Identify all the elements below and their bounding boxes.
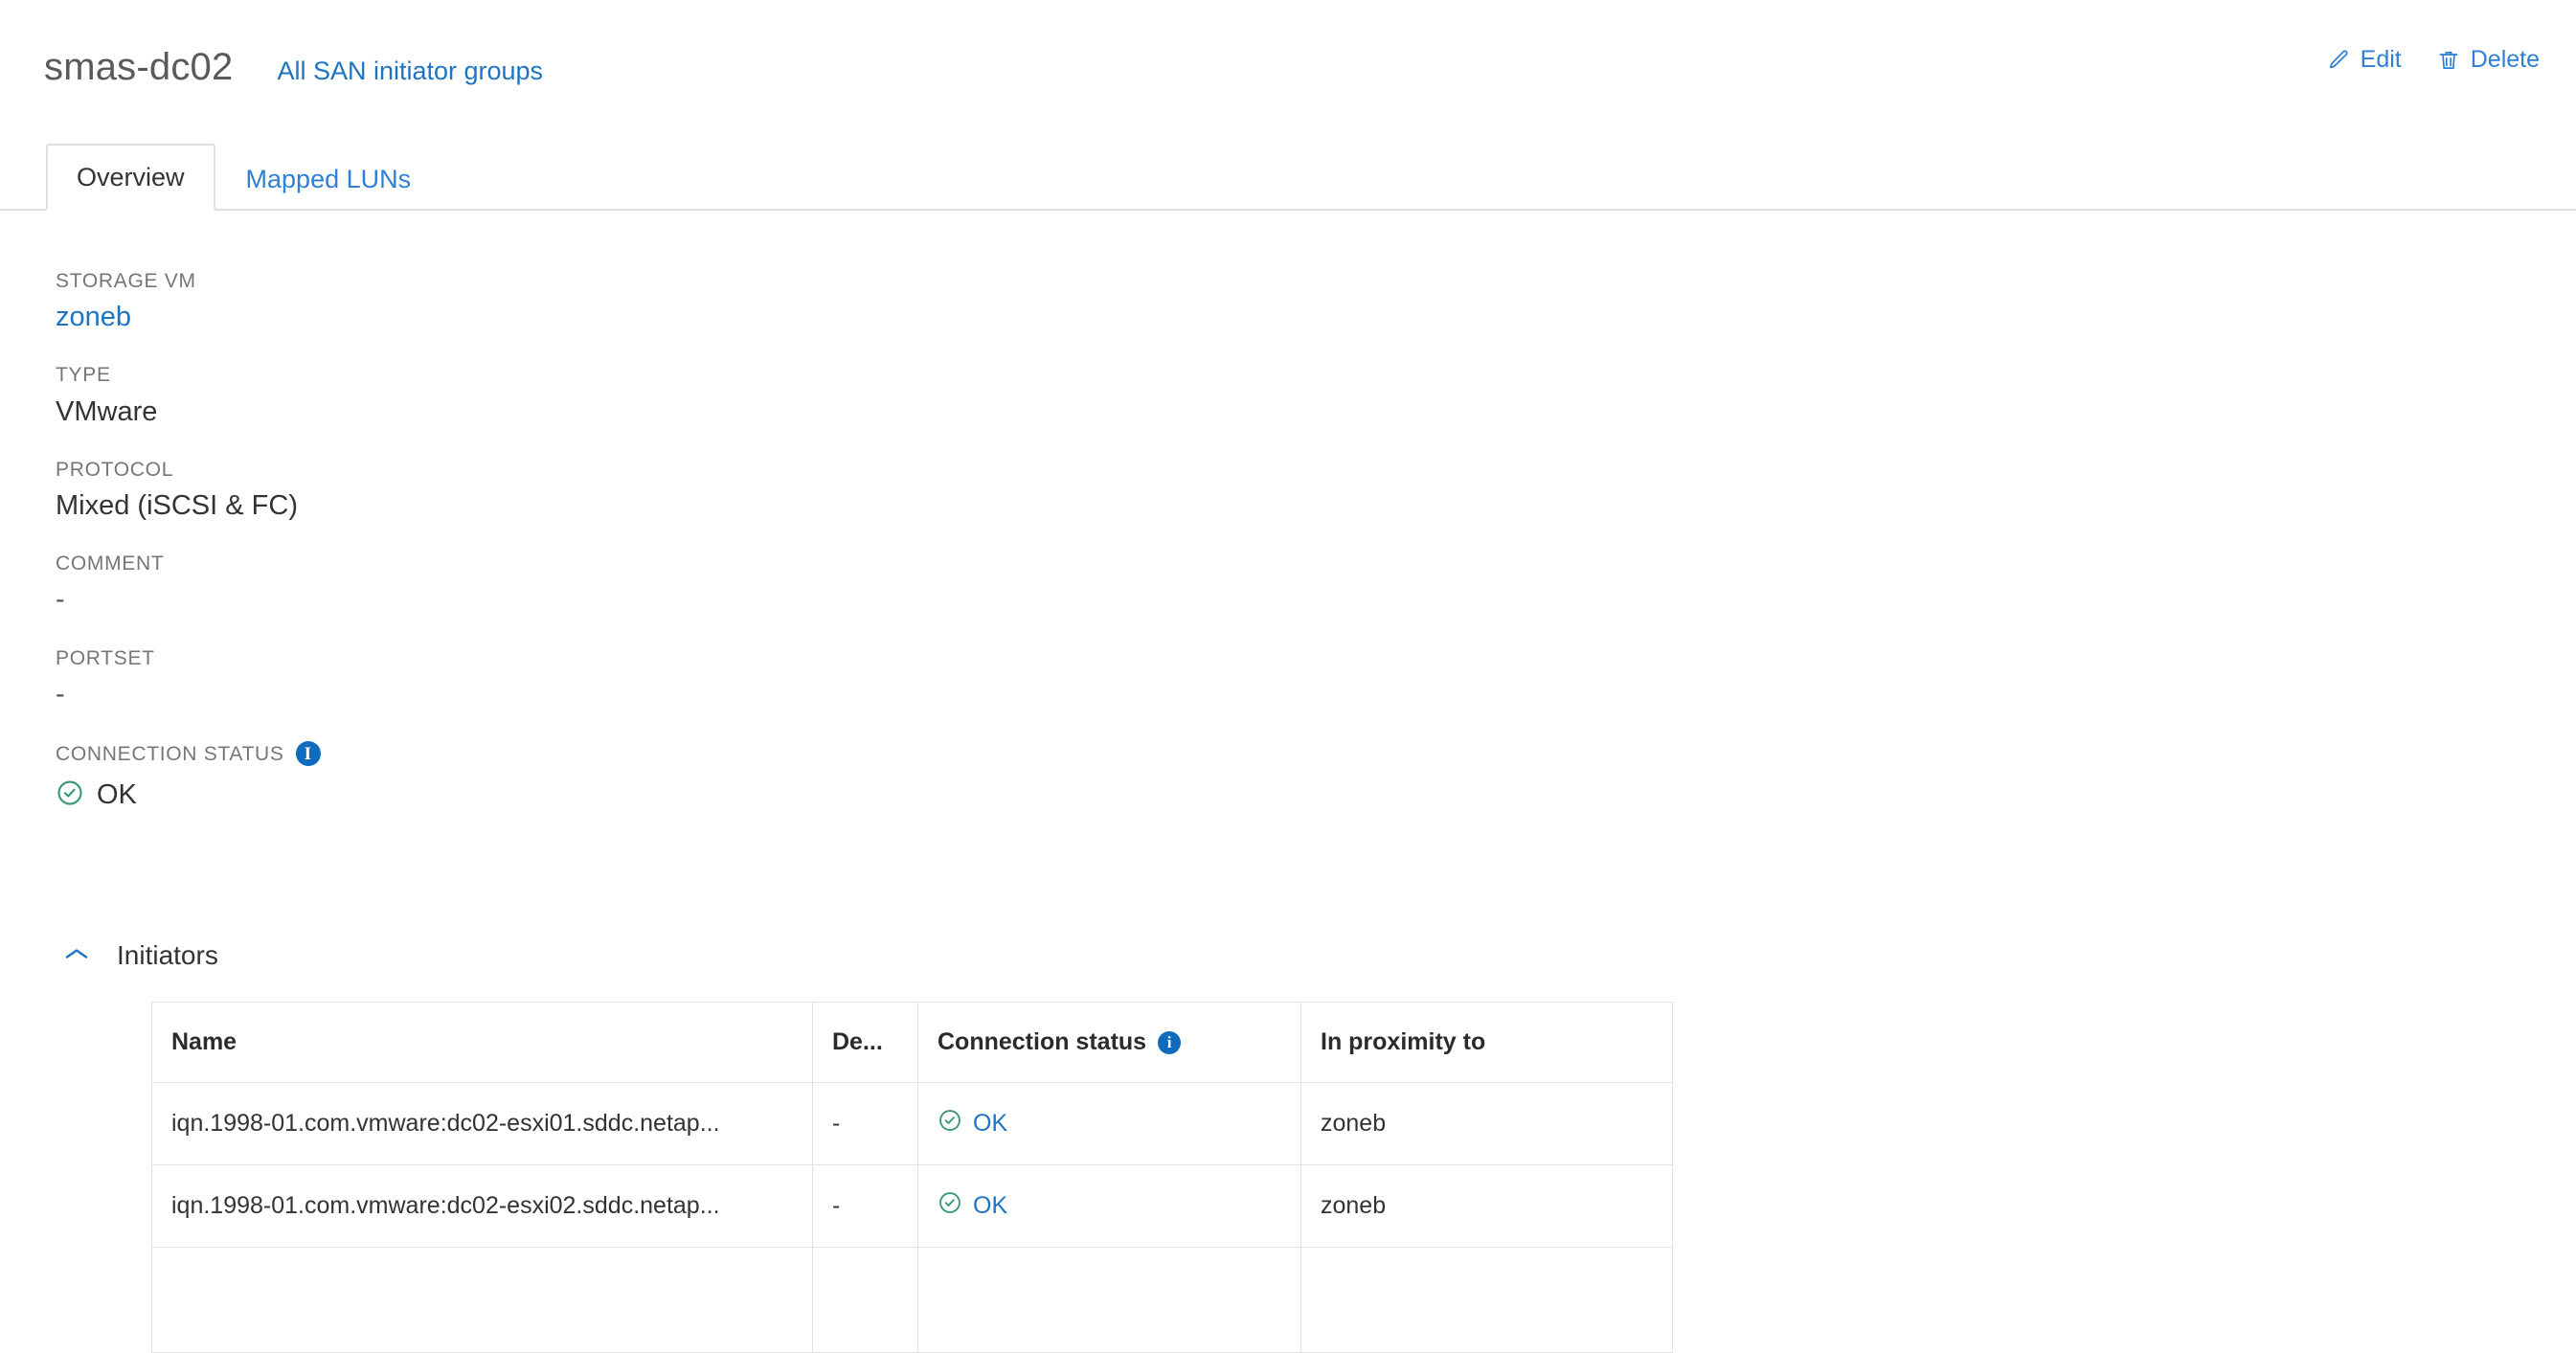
cell-description: - bbox=[813, 1083, 918, 1165]
initiators-table: Name De... Connection status i I bbox=[151, 1002, 1673, 1353]
field-portset: PORTSET - bbox=[56, 647, 321, 710]
field-protocol-label: PROTOCOL bbox=[56, 459, 321, 481]
connection-status-value: OK bbox=[56, 778, 321, 812]
cell-connection-status-text[interactable]: OK bbox=[973, 1110, 1007, 1138]
field-type-value: VMware bbox=[56, 396, 321, 428]
column-header-connection-status[interactable]: Connection status i bbox=[918, 1003, 1301, 1083]
connection-status-text: OK bbox=[97, 779, 137, 811]
cell-in-proximity-to: zoneb bbox=[1301, 1083, 1673, 1165]
column-header-connection-status-label: Connection status bbox=[938, 1028, 1146, 1056]
initiators-section-header[interactable]: Initiators bbox=[63, 940, 218, 971]
field-storage-vm-label: STORAGE VM bbox=[56, 270, 321, 292]
field-type-label: TYPE bbox=[56, 364, 321, 386]
table-head: Name De... Connection status i I bbox=[152, 1003, 1673, 1083]
check-circle-icon bbox=[938, 1108, 962, 1139]
edit-label: Edit bbox=[2361, 46, 2402, 74]
cell-connection-status: OK bbox=[918, 1083, 1301, 1165]
field-protocol-value: Mixed (iSCSI & FC) bbox=[56, 490, 321, 522]
header-actions: Edit Delete bbox=[2326, 46, 2540, 74]
check-circle-icon bbox=[938, 1190, 962, 1222]
column-header-description-label: De... bbox=[832, 1028, 883, 1056]
page-title: smas-dc02 bbox=[44, 46, 233, 89]
field-connection-status-label-text: CONNECTION STATUS bbox=[56, 743, 284, 765]
tab-overview-label: Overview bbox=[77, 163, 185, 192]
initiators-table-wrap: Name De... Connection status i I bbox=[151, 1002, 1672, 1353]
field-comment-value: - bbox=[56, 584, 321, 616]
cell-connection-status: OK bbox=[918, 1165, 1301, 1248]
cell-description bbox=[813, 1248, 918, 1353]
cell-in-proximity-to bbox=[1301, 1248, 1673, 1353]
column-header-in-proximity-to[interactable]: In proximity to bbox=[1301, 1003, 1673, 1083]
tab-mapped-luns[interactable]: Mapped LUNs bbox=[215, 146, 442, 211]
table-row[interactable]: iqn.1998-01.com.vmware:dc02-esxi02.sddc.… bbox=[152, 1165, 1673, 1248]
table-body: iqn.1998-01.com.vmware:dc02-esxi01.sddc.… bbox=[152, 1083, 1673, 1353]
tab-overview[interactable]: Overview bbox=[46, 144, 215, 211]
field-comment-label: COMMENT bbox=[56, 552, 321, 575]
page-header: smas-dc02 All SAN initiator groups Edit … bbox=[0, 0, 2576, 134]
field-comment: COMMENT - bbox=[56, 552, 321, 616]
cell-name: iqn.1998-01.com.vmware:dc02-esxi01.sddc.… bbox=[152, 1083, 813, 1165]
detail-fields: STORAGE VM zoneb TYPE VMware PROTOCOL Mi… bbox=[56, 270, 321, 843]
pencil-icon bbox=[2326, 48, 2351, 73]
chevron-up-icon[interactable] bbox=[63, 945, 90, 967]
tab-mapped-luns-label: Mapped LUNs bbox=[246, 165, 412, 193]
field-storage-vm: STORAGE VM zoneb bbox=[56, 270, 321, 333]
field-portset-value: - bbox=[56, 679, 321, 710]
field-storage-vm-value[interactable]: zoneb bbox=[56, 302, 321, 333]
field-protocol: PROTOCOL Mixed (iSCSI & FC) bbox=[56, 459, 321, 522]
edit-button[interactable]: Edit bbox=[2326, 46, 2402, 74]
field-connection-status: CONNECTION STATUS i OK bbox=[56, 741, 321, 812]
cell-in-proximity-to: zoneb bbox=[1301, 1165, 1673, 1248]
info-icon[interactable]: i bbox=[1158, 1031, 1181, 1054]
cell-name bbox=[152, 1248, 813, 1353]
cell-description: - bbox=[813, 1165, 918, 1248]
info-icon[interactable]: i bbox=[296, 741, 321, 766]
column-header-name-label: Name bbox=[171, 1028, 237, 1056]
breadcrumb-all-san-initiator-groups[interactable]: All SAN initiator groups bbox=[277, 56, 543, 86]
initiators-section-title: Initiators bbox=[117, 940, 218, 971]
column-header-name[interactable]: Name bbox=[152, 1003, 813, 1083]
table-row[interactable] bbox=[152, 1248, 1673, 1353]
table-row[interactable]: iqn.1998-01.com.vmware:dc02-esxi01.sddc.… bbox=[152, 1083, 1673, 1165]
field-portset-label: PORTSET bbox=[56, 647, 321, 669]
check-circle-icon bbox=[56, 778, 84, 812]
cell-connection-status-text[interactable]: OK bbox=[973, 1192, 1007, 1220]
field-connection-status-label: CONNECTION STATUS i bbox=[56, 741, 321, 766]
header-left: smas-dc02 All SAN initiator groups bbox=[0, 46, 543, 89]
table-header-row: Name De... Connection status i I bbox=[152, 1003, 1673, 1083]
column-header-description[interactable]: De... bbox=[813, 1003, 918, 1083]
cell-connection-status bbox=[918, 1248, 1301, 1353]
delete-label: Delete bbox=[2471, 46, 2540, 74]
field-type: TYPE VMware bbox=[56, 364, 321, 427]
column-header-in-proximity-to-label: In proximity to bbox=[1321, 1028, 1485, 1056]
cell-name: iqn.1998-01.com.vmware:dc02-esxi02.sddc.… bbox=[152, 1165, 813, 1248]
trash-icon bbox=[2436, 48, 2461, 73]
delete-button[interactable]: Delete bbox=[2436, 46, 2540, 74]
tab-strip: Overview Mapped LUNs bbox=[0, 134, 2576, 211]
